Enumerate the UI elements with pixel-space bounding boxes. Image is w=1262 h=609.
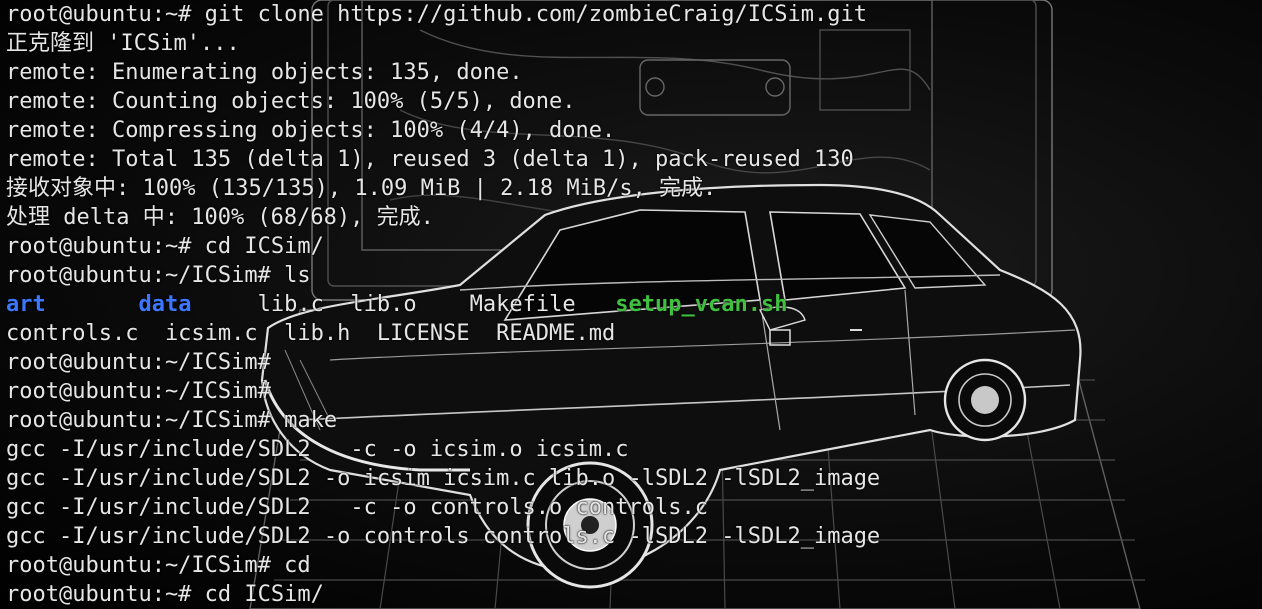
terminal-line-text: root@ubuntu:~# cd ICSim/ bbox=[6, 234, 324, 259]
terminal-line-text: gcc -I/usr/include/SDL2 -c -o icsim.o ic… bbox=[6, 437, 629, 462]
terminal-line-text: remote: Counting objects: 100% (5/5), do… bbox=[6, 89, 576, 114]
ls-output-row: art data lib.c lib.o Makefile setup_vcan… bbox=[6, 290, 1256, 319]
terminal-line: root@ubuntu:~/ICSim# bbox=[6, 348, 1256, 377]
terminal-line-text: gcc -I/usr/include/SDL2 -o controls cont… bbox=[6, 524, 881, 549]
terminal-line: root@ubuntu:~# cd ICSim/ bbox=[6, 232, 1256, 261]
terminal-line-text: gcc -I/usr/include/SDL2 -o icsim icsim.c… bbox=[6, 466, 881, 491]
terminal-line: root@ubuntu:~/ICSim# cd bbox=[6, 551, 1256, 580]
terminal-line: root@ubuntu:~/ICSim# make bbox=[6, 406, 1256, 435]
terminal-line-text: remote: Compressing objects: 100% (4/4),… bbox=[6, 118, 616, 143]
terminal-line: 接收对象中: 100% (135/135), 1.09 MiB | 2.18 M… bbox=[6, 174, 1256, 203]
terminal-line-text: root@ubuntu:~/ICSim# ls bbox=[6, 263, 311, 288]
terminal-line: gcc -I/usr/include/SDL2 -c -o controls.o… bbox=[6, 493, 1256, 522]
terminal-line-text: remote: Total 135 (delta 1), reused 3 (d… bbox=[6, 147, 854, 172]
terminal-line-text: remote: Enumerating objects: 135, done. bbox=[6, 60, 523, 85]
terminal-output: root@ubuntu:~# git clone https://github.… bbox=[6, 0, 1256, 609]
file-entries bbox=[46, 292, 139, 317]
terminal-line-text: 接收对象中: 100% (135/135), 1.09 MiB | 2.18 M… bbox=[6, 176, 717, 201]
terminal-line-text: 处理 delta 中: 100% (68/68), 完成. bbox=[6, 205, 434, 230]
terminal-line-text: 正克隆到 'ICSim'... bbox=[6, 31, 240, 56]
terminal-line-text: root@ubuntu:~/ICSim# cd bbox=[6, 553, 311, 578]
directory-entry: art bbox=[6, 292, 46, 317]
terminal-line-text: gcc -I/usr/include/SDL2 -c -o controls.o… bbox=[6, 495, 708, 520]
terminal-line: remote: Compressing objects: 100% (4/4),… bbox=[6, 116, 1256, 145]
terminal-line-text: root@ubuntu:~# cd ICSim/ bbox=[6, 582, 324, 607]
terminal-line: gcc -I/usr/include/SDL2 -o controls cont… bbox=[6, 522, 1256, 551]
terminal-line: root@ubuntu:~/ICSim# bbox=[6, 377, 1256, 406]
terminal-line: root@ubuntu:~# cd ICSim/ bbox=[6, 580, 1256, 609]
executable-entry: setup_vcan.sh bbox=[615, 292, 788, 317]
terminal-line-text: controls.c icsim.c lib.h LICENSE README.… bbox=[6, 321, 616, 346]
terminal-window[interactable]: root@ubuntu:~# git clone https://github.… bbox=[0, 0, 1262, 609]
directory-entry: data bbox=[138, 292, 192, 317]
terminal-line: 处理 delta 中: 100% (68/68), 完成. bbox=[6, 203, 1256, 232]
terminal-line-text: root@ubuntu:~/ICSim# make bbox=[6, 408, 338, 433]
terminal-line: root@ubuntu:~/ICSim# ls bbox=[6, 261, 1256, 290]
terminal-line: gcc -I/usr/include/SDL2 -c -o icsim.o ic… bbox=[6, 435, 1256, 464]
terminal-line-text: root@ubuntu:~/ICSim# bbox=[6, 379, 271, 404]
terminal-line-text: root@ubuntu:~/ICSim# bbox=[6, 350, 271, 375]
terminal-line: 正克隆到 'ICSim'... bbox=[6, 29, 1256, 58]
terminal-line: controls.c icsim.c lib.h LICENSE README.… bbox=[6, 319, 1256, 348]
terminal-line: remote: Counting objects: 100% (5/5), do… bbox=[6, 87, 1256, 116]
terminal-line: root@ubuntu:~# git clone https://github.… bbox=[6, 0, 1256, 29]
file-entries: lib.c lib.o Makefile bbox=[191, 292, 616, 317]
terminal-line-text: root@ubuntu:~# git clone https://github.… bbox=[6, 2, 867, 27]
terminal-line: remote: Enumerating objects: 135, done. bbox=[6, 58, 1256, 87]
terminal-line: gcc -I/usr/include/SDL2 -o icsim icsim.c… bbox=[6, 464, 1256, 493]
terminal-line: remote: Total 135 (delta 1), reused 3 (d… bbox=[6, 145, 1256, 174]
